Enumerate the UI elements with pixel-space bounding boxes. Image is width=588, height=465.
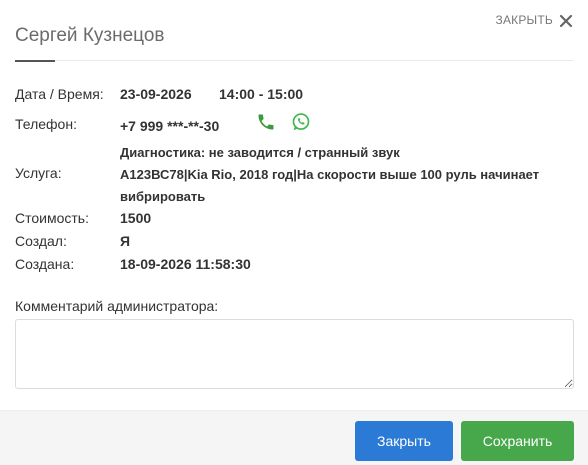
close-link[interactable]: ЗАКРЫТЬ [495,13,573,28]
admin-comment-textarea[interactable] [15,319,574,389]
created-by-label: Создал: [15,233,67,249]
date-value: 23-09-2026 [120,86,192,102]
time-value: 14:00 - 15:00 [219,86,304,102]
phone-icon[interactable] [256,112,276,132]
service-details: А123ВС78|Kia Rio, 2018 год|На скорости в… [120,167,540,204]
phone-label: Телефон: [15,116,77,132]
close-icon[interactable] [559,14,573,28]
service-label: Услуга: [15,165,62,181]
service-value: Диагностика: не заводится / странный зву… [120,142,560,208]
modal-title: Сергей Кузнецов [15,25,165,46]
save-button[interactable]: Сохранить [461,421,574,461]
appointment-modal: ЗАКРЫТЬ Сергей Кузнецов Дата / Время: 23… [0,0,588,465]
created-at-value: 18-09-2026 11:58:30 [120,256,251,272]
comment-label: Комментарий администратора: [15,298,219,314]
close-link-label: ЗАКРЫТЬ [495,13,553,27]
created-at-label: Создана: [15,256,75,272]
whatsapp-icon[interactable] [291,112,311,132]
header-divider [55,60,573,61]
cost-label: Стоимость: [15,210,89,226]
service-title: Диагностика: не заводится / странный зву… [120,145,400,160]
created-by-value: Я [120,233,131,249]
cost-value: 1500 [120,210,152,226]
close-button[interactable]: Закрыть [355,421,453,461]
datetime-label: Дата / Время: [15,86,104,102]
title-underline [15,60,55,62]
phone-value: +7 999 ***-**-30 [120,118,220,134]
